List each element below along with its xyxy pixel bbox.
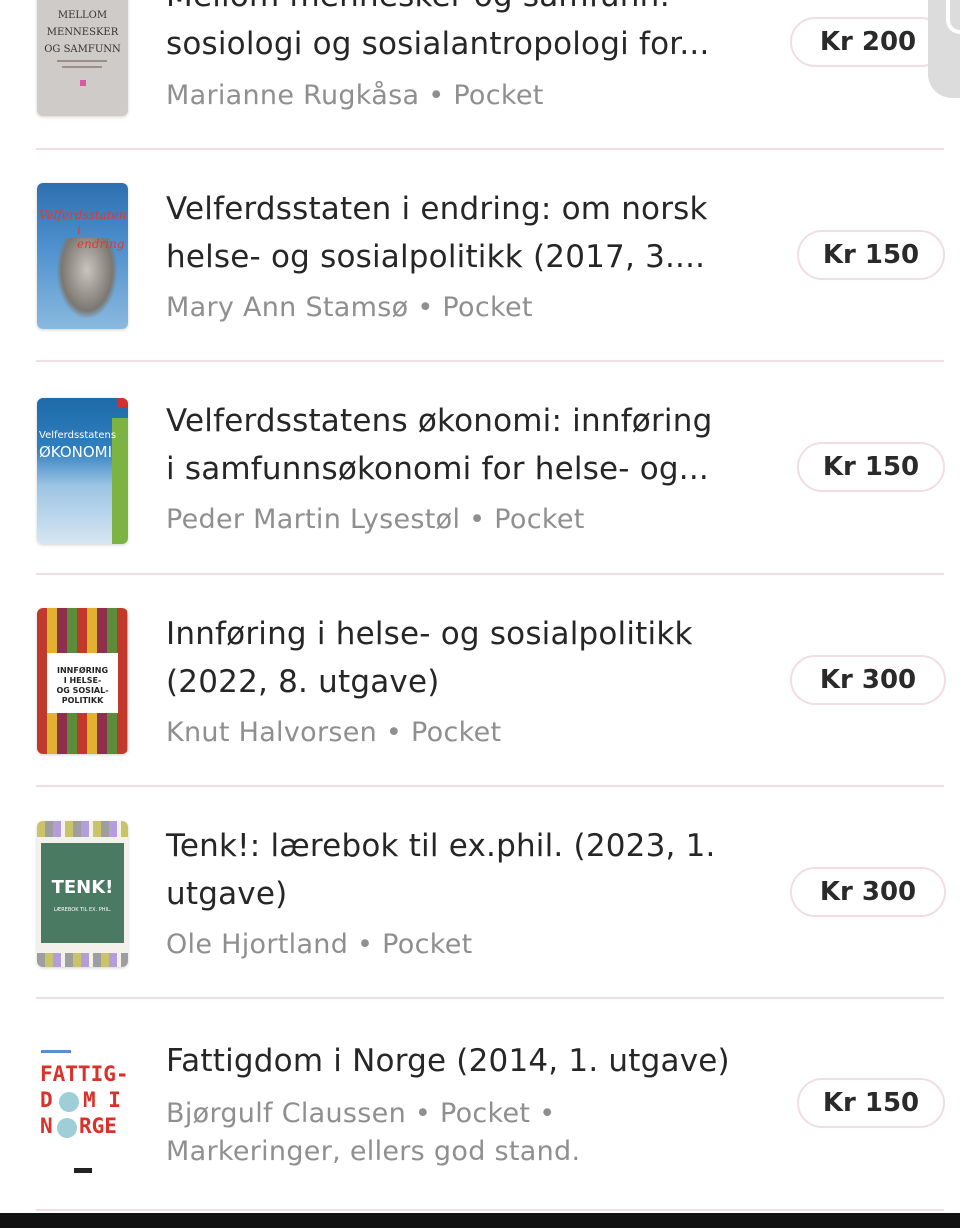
book-cover[interactable]: Velferdsstatens ØKONOMI xyxy=(37,398,128,544)
divider xyxy=(36,573,944,575)
cover-title: POLITIKK xyxy=(61,696,104,705)
divider xyxy=(36,148,944,150)
cover-title: OG SOSIAL- xyxy=(56,686,109,695)
cover-title: LÆREBOK TIL EX. PHIL. xyxy=(53,907,112,913)
book-cover[interactable]: Velferdsstaten i endring xyxy=(37,183,128,329)
listing-title[interactable]: Innføring i helse- og sosialpolitikk (20… xyxy=(166,610,766,706)
bottom-edge xyxy=(0,1213,960,1228)
listing-meta: Ole Hjortland • Pocket xyxy=(166,929,473,960)
listing-meta: Peder Martin Lysestøl • Pocket xyxy=(166,504,585,535)
price-badge[interactable]: Kr 150 xyxy=(797,230,945,280)
divider xyxy=(36,997,944,999)
cover-title: i endring xyxy=(77,223,125,251)
cover-title: INNFØRING xyxy=(56,666,109,675)
cover-title: Velferdsstaten xyxy=(39,208,127,222)
cover-title: MENNESKER xyxy=(46,27,119,38)
book-cover[interactable]: INNFØRING I HELSE- OG SOSIAL- POLITIKK xyxy=(37,608,128,754)
listing-meta: Bjørgulf Claussen • Pocket • Markeringer… xyxy=(166,1098,581,1167)
cover-title: D xyxy=(40,1088,53,1112)
edge-curve-icon xyxy=(946,0,960,34)
price-badge[interactable]: Kr 200 xyxy=(790,17,946,67)
cover-title: FATTIG- xyxy=(40,1062,128,1086)
cover-title: MELLOM xyxy=(57,10,108,21)
book-cover[interactable]: TENK! LÆREBOK TIL EX. PHIL. xyxy=(37,821,128,967)
listing-meta: Marianne Rugkåsa • Pocket xyxy=(166,80,544,111)
book-cover[interactable]: FATTIG- D M I N RGE xyxy=(37,1046,128,1192)
cover-title: I HELSE- xyxy=(63,676,102,685)
cover-title: ØKONOMI xyxy=(39,443,113,461)
cover-title: RGE xyxy=(79,1114,117,1138)
listing-title[interactable]: Velferdsstaten i endring: om norsk helse… xyxy=(166,185,766,281)
cover-title: M I xyxy=(83,1088,121,1112)
listing-meta: Knut Halvorsen • Pocket xyxy=(166,717,502,748)
listing-title[interactable]: Tenk!: lærebok til ex.phil. (2023, 1. ut… xyxy=(166,822,766,918)
scroll-handle[interactable] xyxy=(928,0,960,98)
divider xyxy=(36,360,944,362)
cover-title: TENK! xyxy=(51,877,114,898)
divider xyxy=(36,1209,944,1211)
cover-title: N xyxy=(40,1114,53,1138)
listing-title[interactable]: Fattigdom i Norge (2014, 1. utgave) xyxy=(166,1037,766,1085)
cover-title: OG SAMFUNN xyxy=(44,44,121,55)
cover-title: Velferdsstatens xyxy=(39,430,117,441)
price-badge[interactable]: Kr 150 xyxy=(797,1078,945,1128)
listing-meta: Mary Ann Stamsø • Pocket xyxy=(166,292,533,323)
divider xyxy=(36,785,944,787)
book-cover[interactable]: MELLOM MENNESKER OG SAMFUNN xyxy=(37,0,128,116)
price-badge[interactable]: Kr 150 xyxy=(797,442,945,492)
price-badge[interactable]: Kr 300 xyxy=(790,867,946,917)
price-badge[interactable]: Kr 300 xyxy=(790,655,946,705)
listing-title[interactable]: Mellom mennesker og samfunn: sosiologi o… xyxy=(166,0,766,68)
listing-title[interactable]: Velferdsstatens økonomi: innføring i sam… xyxy=(166,397,766,493)
